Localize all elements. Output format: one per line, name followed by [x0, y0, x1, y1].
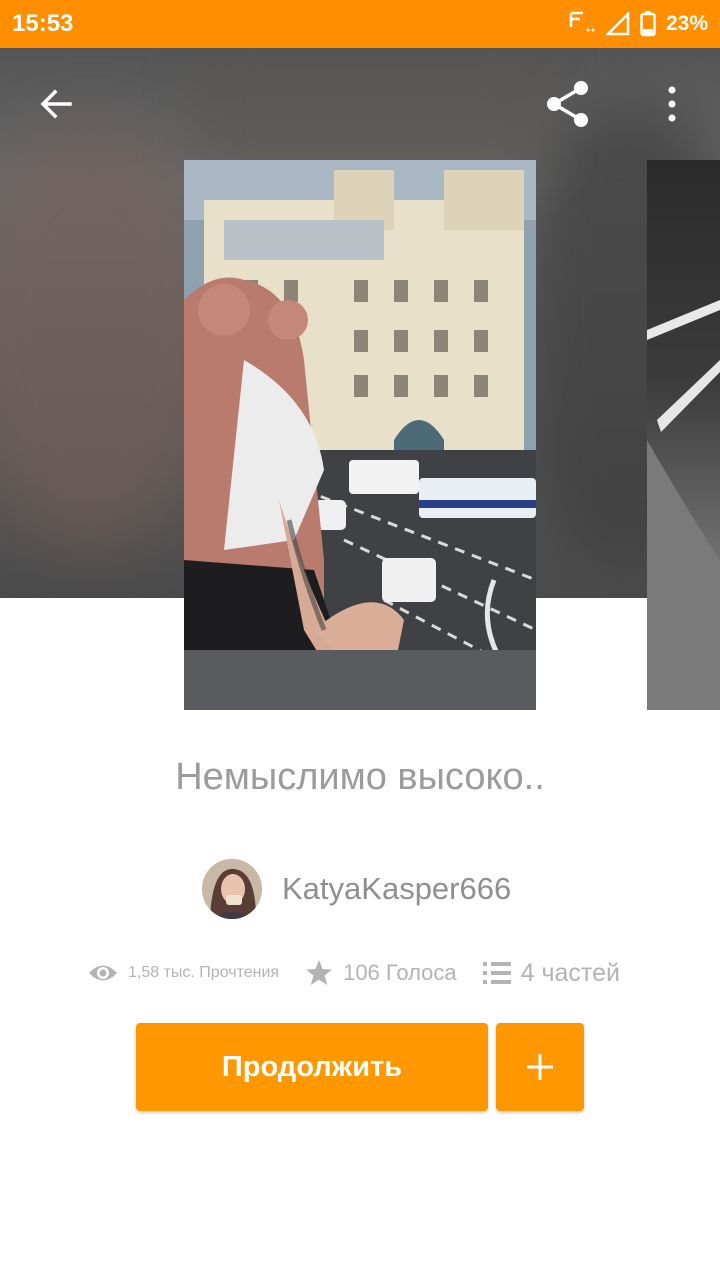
share-button[interactable] — [540, 76, 596, 132]
plus-icon — [527, 1054, 553, 1080]
votes-stat: 106 Голоса — [305, 959, 457, 987]
status-icons: 23% — [568, 9, 708, 39]
author-name[interactable]: KatyaKasper666 — [282, 871, 511, 907]
parts-count: 4 частей — [520, 958, 620, 987]
back-button[interactable] — [28, 76, 84, 132]
add-to-library-button[interactable] — [496, 1023, 584, 1111]
avatar[interactable] — [202, 859, 262, 919]
reads-stat: 1,58 тыс. Прочтения — [88, 962, 279, 984]
battery-icon — [640, 11, 656, 37]
share-icon — [547, 81, 588, 127]
star-icon — [306, 960, 333, 985]
more-vertical-icon — [668, 86, 676, 122]
cover-image — [184, 160, 536, 710]
parts-stat: 4 частей — [482, 958, 620, 988]
next-story-cover[interactable] — [647, 160, 720, 710]
reads-count: 1,58 тыс. Прочтения — [128, 964, 280, 981]
next-cover-image — [647, 300, 720, 710]
more-options-button[interactable] — [644, 76, 700, 132]
arrow-left-icon — [40, 89, 72, 119]
author-row[interactable]: KatyaKasper666 — [202, 858, 511, 920]
story-stats: 1,58 тыс. Прочтения 106 Голоса 4 частей — [88, 952, 620, 994]
list-icon — [482, 962, 511, 984]
cell-signal-icon — [605, 12, 630, 36]
status-bar: 15:53 23% — [0, 0, 720, 48]
continue-reading-button[interactable]: Продолжить — [136, 1023, 488, 1111]
status-time: 15:53 — [12, 10, 74, 37]
story-title: Немыслимо высоко.. — [175, 756, 545, 798]
eye-icon — [89, 965, 117, 981]
votes-count: 106 Голоса — [343, 960, 457, 985]
battery-percent: 23% — [665, 12, 708, 35]
story-cover[interactable] — [184, 160, 536, 710]
signal-bars-icon — [569, 11, 595, 32]
